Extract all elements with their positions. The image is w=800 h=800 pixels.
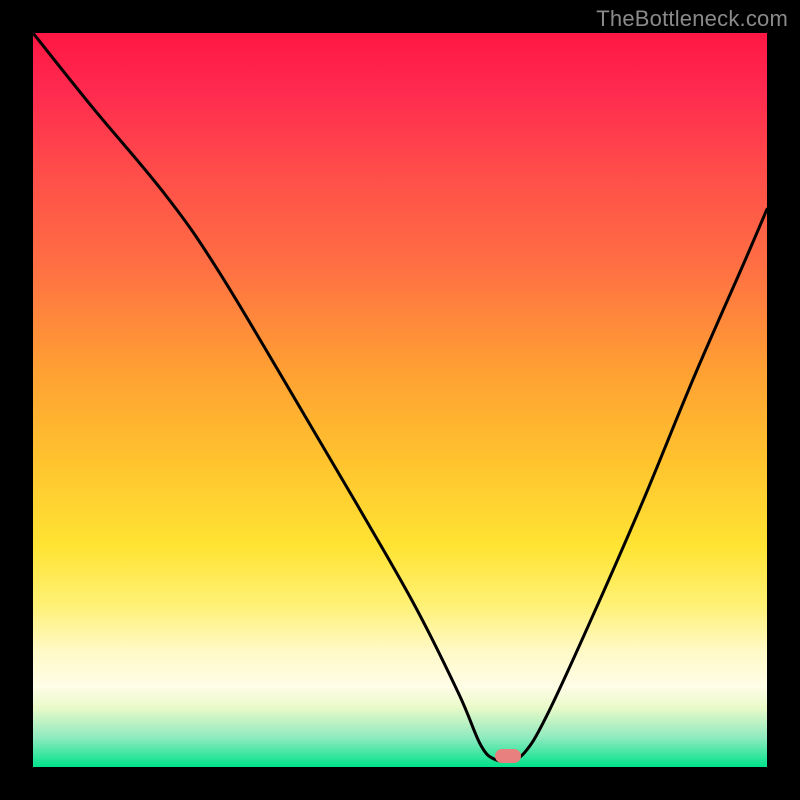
watermark-text: TheBottleneck.com <box>596 6 788 32</box>
optimal-point-marker <box>495 749 521 763</box>
chart-plot-area <box>33 33 767 767</box>
bottleneck-curve-path <box>33 33 767 761</box>
chart-frame: TheBottleneck.com <box>0 0 800 800</box>
bottleneck-curve <box>33 33 767 767</box>
